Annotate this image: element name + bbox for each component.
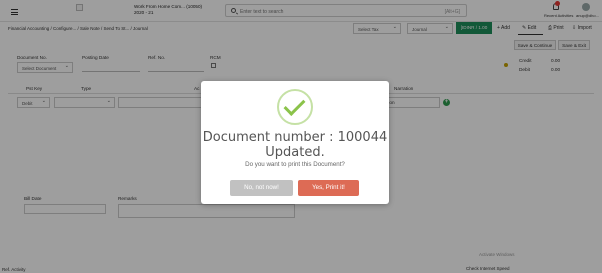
confirmation-dialog: Document number : 100044 Updated. Do you… [201, 81, 389, 204]
yes-print-button[interactable]: Yes, Print it! [298, 180, 359, 196]
dialog-title: Document number : 100044 Updated. [202, 130, 388, 160]
checkmark-icon [283, 94, 306, 116]
success-check-icon [277, 89, 313, 125]
no-button[interactable]: No, not now! [230, 180, 293, 196]
dialog-message: Do you want to print this Document? [245, 161, 345, 168]
